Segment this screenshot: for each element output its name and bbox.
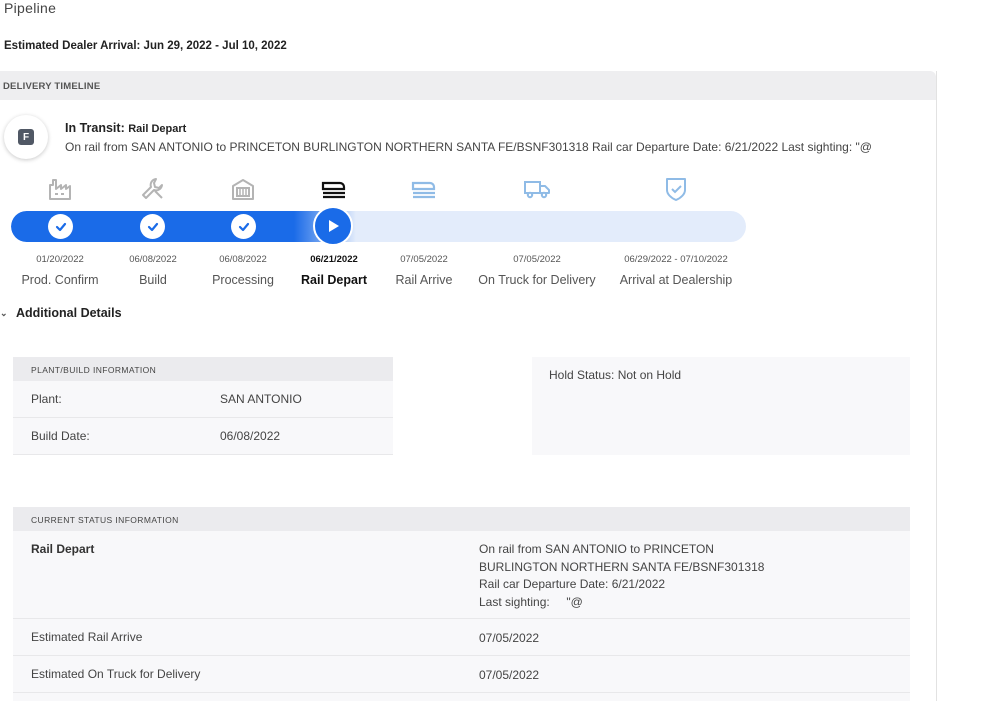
stage-date: 06/29/2022 - 07/10/2022 bbox=[624, 254, 728, 265]
row-value: SAN ANTONIO bbox=[220, 392, 302, 406]
row-value: 07/05/2022 bbox=[479, 668, 540, 682]
status-badge: F bbox=[4, 115, 48, 159]
plant-build-panel: PLANT/BUILD INFORMATION Plant: SAN ANTON… bbox=[13, 357, 393, 455]
table-row: Estimated On Truck for Delivery 07/05/20… bbox=[13, 656, 910, 693]
status-title-label: In Transit: bbox=[65, 121, 125, 135]
ford-f-icon: F bbox=[18, 129, 34, 145]
step-current-rail-depart[interactable] bbox=[313, 206, 353, 246]
status-line: Last sighting: "@ bbox=[479, 594, 583, 609]
truck-icon bbox=[523, 176, 551, 202]
current-status-header: CURRENT STATUS INFORMATION bbox=[13, 507, 910, 531]
additional-details-label: Additional Details bbox=[16, 306, 122, 320]
row-key: Plant: bbox=[31, 392, 62, 406]
check-icon bbox=[238, 222, 249, 231]
status-line: On rail from SAN ANTONIO to PRINCETON bbox=[479, 542, 714, 556]
chevron-down-icon: ⌄ bbox=[0, 308, 8, 318]
row-value: 07/05/2022 bbox=[479, 631, 540, 645]
table-row: Rail Depart On rail from SAN ANTONIO to … bbox=[13, 531, 910, 619]
table-row: Estimated Rail Arrive 07/05/2022 bbox=[13, 619, 910, 656]
hold-status-text: Hold Status: Not on Hold bbox=[549, 368, 682, 382]
stage-label: On Truck for Delivery bbox=[478, 273, 596, 287]
table-row: Plant: SAN ANTONIO bbox=[13, 381, 393, 418]
additional-details-toggle[interactable]: ⌄ Additional Details bbox=[0, 306, 122, 320]
delivery-timeline-card: DELIVERY TIMELINE F In Transit: Rail Dep… bbox=[0, 71, 937, 701]
current-status-panel: CURRENT STATUS INFORMATION Rail Depart O… bbox=[13, 507, 910, 701]
row-value: On rail from SAN ANTONIO to PRINCETON BU… bbox=[479, 541, 764, 611]
status-line: Rail car Departure Date: 6/21/2022 bbox=[479, 577, 666, 591]
progress-track bbox=[11, 211, 746, 242]
delivery-timeline-header: DELIVERY TIMELINE bbox=[0, 71, 936, 100]
play-icon bbox=[329, 220, 339, 232]
status-line: BURLINGTON NORTHERN SANTA FE/BSNF301318 bbox=[479, 559, 765, 574]
status-title: In Transit: Rail Depart bbox=[65, 121, 186, 135]
step-complete-processing[interactable] bbox=[231, 214, 256, 239]
check-icon bbox=[55, 222, 66, 231]
status-description: On rail from SAN ANTONIO to PRINCETON BU… bbox=[65, 140, 872, 154]
wrench-icon bbox=[139, 176, 167, 202]
page-title: Pipeline bbox=[4, 0, 57, 16]
status-subtitle: Rail Depart bbox=[128, 123, 187, 135]
row-key: Estimated Rail Arrive bbox=[31, 630, 143, 644]
check-icon bbox=[147, 222, 158, 231]
rail-depart-icon bbox=[320, 176, 348, 202]
row-key: Build Date: bbox=[31, 429, 90, 443]
step-complete-prod-confirm[interactable] bbox=[48, 214, 73, 239]
shield-check-icon bbox=[662, 176, 690, 202]
rail-arrive-icon bbox=[410, 176, 438, 202]
stage-label: Arrival at Dealership bbox=[619, 273, 733, 287]
row-key: Rail Depart bbox=[31, 542, 95, 556]
processing-icon bbox=[229, 176, 257, 202]
hold-status-panel: Hold Status: Not on Hold bbox=[532, 357, 910, 455]
factory-icon bbox=[46, 176, 74, 202]
step-complete-build[interactable] bbox=[140, 214, 165, 239]
row-key: Estimated On Truck for Delivery bbox=[31, 667, 201, 681]
plant-build-header: PLANT/BUILD INFORMATION bbox=[13, 357, 393, 381]
stage-date: 07/05/2022 bbox=[513, 254, 561, 265]
table-row: Build Date: 06/08/2022 bbox=[13, 418, 393, 455]
estimated-dealer-arrival: Estimated Dealer Arrival: Jun 29, 2022 -… bbox=[4, 40, 287, 52]
row-value: 06/08/2022 bbox=[220, 429, 281, 443]
